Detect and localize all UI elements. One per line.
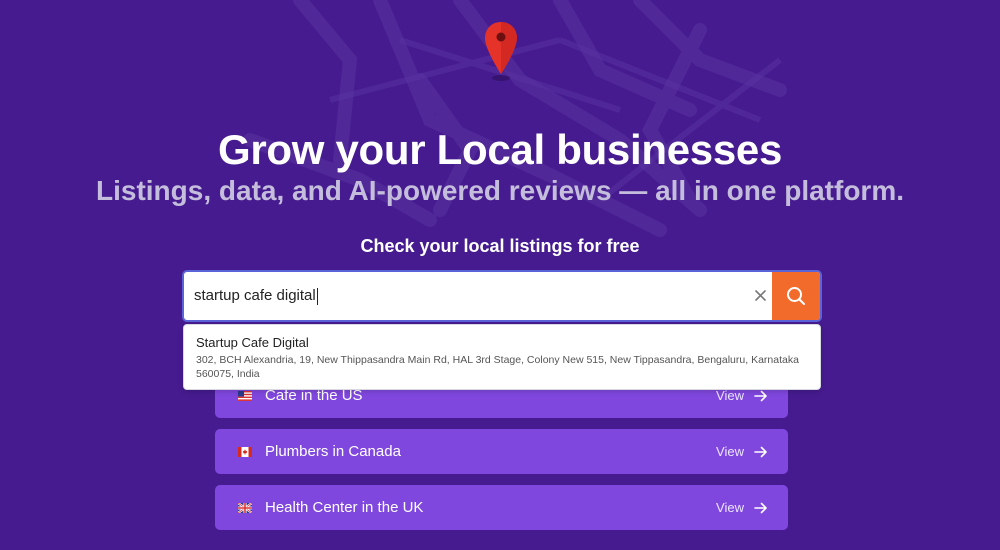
listing-card-health-uk[interactable]: Health Center in the UK View <box>215 485 788 530</box>
search-bar: startup cafe digital <box>182 270 822 322</box>
search-button[interactable] <box>772 272 820 320</box>
suggestion-name: Startup Cafe Digital <box>196 335 309 350</box>
arrow-right-icon <box>754 390 767 401</box>
search-input[interactable]: startup cafe digital <box>194 272 734 320</box>
view-link[interactable]: View <box>716 388 744 403</box>
search-icon <box>787 287 805 305</box>
suggestion-address: 302, BCH Alexandria, 19, New Thippasandr… <box>196 354 799 380</box>
page-subheadline: Listings, data, and AI-powered reviews —… <box>96 175 904 206</box>
text-caret <box>316 287 318 305</box>
page-headline: Grow your Local businesses <box>217 126 783 173</box>
search-suggestion-item[interactable]: Startup Cafe Digital 302, BCH Alexandria… <box>183 324 821 390</box>
listing-label: Health Center in the UK <box>265 499 424 516</box>
arrow-right-icon <box>754 502 767 513</box>
check-listings-label: Check your local listings for free <box>360 236 640 256</box>
canada-flag-icon <box>238 446 252 457</box>
view-link[interactable]: View <box>716 444 744 459</box>
listing-card-plumbers-canada[interactable]: Plumbers in Canada View <box>215 429 788 474</box>
uk-flag-icon <box>238 502 252 513</box>
search-input-value: startup cafe digital <box>194 287 316 304</box>
view-link[interactable]: View <box>716 500 744 515</box>
listing-label: Plumbers in Canada <box>265 443 401 460</box>
close-icon[interactable] <box>750 285 770 305</box>
location-pin-icon <box>485 22 517 81</box>
us-flag-icon <box>238 390 252 401</box>
arrow-right-icon <box>754 446 767 457</box>
